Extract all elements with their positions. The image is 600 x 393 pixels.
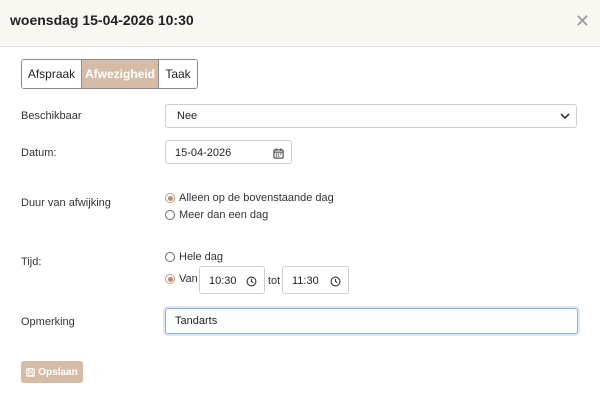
tijd-option-hele-dag-label: Hele dag: [179, 251, 224, 263]
tijd-option-van-label: Van: [179, 273, 198, 285]
radio-single-day[interactable]: [165, 193, 175, 203]
van-time-field[interactable]: 10:30: [199, 266, 265, 294]
van-time-value: 10:30: [209, 275, 237, 287]
tijd-option-van[interactable]: Van: [165, 273, 198, 285]
tot-label: tot: [268, 275, 281, 287]
tijd-option-hele-dag[interactable]: Hele dag: [165, 251, 223, 263]
beschikbaar-select[interactable]: Nee: [165, 104, 577, 128]
tab-afwezigheid[interactable]: Afwezigheid: [82, 60, 159, 88]
save-label: Opslaan: [38, 366, 78, 378]
datum-field[interactable]: 15-04-2026: [165, 140, 292, 164]
datum-value: 15-04-2026: [175, 147, 232, 159]
opmerking-input[interactable]: Tandarts: [165, 308, 578, 334]
opmerking-value: Tandarts: [175, 315, 218, 327]
radio-multi-day[interactable]: [165, 210, 175, 220]
beschikbaar-label: Beschikbaar: [21, 110, 82, 122]
dialog-header: woensdag 15-04-2026 10:30 ✕: [0, 0, 600, 47]
beschikbaar-value: Nee: [177, 110, 198, 122]
tab-afspraak[interactable]: Afspraak: [22, 60, 82, 88]
save-icon: [26, 367, 36, 377]
tijd-label: Tijd:: [21, 256, 42, 268]
save-button[interactable]: Opslaan: [21, 361, 83, 383]
duur-option-single-label: Alleen op de bovenstaande dag: [179, 192, 334, 204]
duur-option-multi-label: Meer dan een dag: [179, 209, 269, 221]
tot-time-field[interactable]: 11:30: [282, 266, 349, 294]
dialog-title: woensdag 15-04-2026 10:30: [10, 12, 194, 28]
chevron-down-icon: [560, 113, 570, 120]
duur-option-multi[interactable]: Meer dan een dag: [165, 209, 268, 221]
clock-icon: [330, 276, 341, 287]
radio-van[interactable]: [165, 274, 175, 284]
calendar-icon[interactable]: [273, 148, 284, 159]
opmerking-label: Opmerking: [21, 316, 75, 328]
datum-label: Datum:: [21, 147, 57, 159]
duur-label: Duur van afwijking: [21, 197, 111, 209]
radio-hele-dag[interactable]: [165, 252, 175, 262]
close-icon[interactable]: ✕: [575, 12, 590, 30]
clock-icon: [246, 276, 257, 287]
tab-taak[interactable]: Taak: [159, 60, 197, 88]
type-tabs: Afspraak Afwezigheid Taak: [21, 59, 198, 89]
duur-option-single[interactable]: Alleen op de bovenstaande dag: [165, 192, 334, 204]
tot-time-value: 11:30: [292, 275, 319, 287]
